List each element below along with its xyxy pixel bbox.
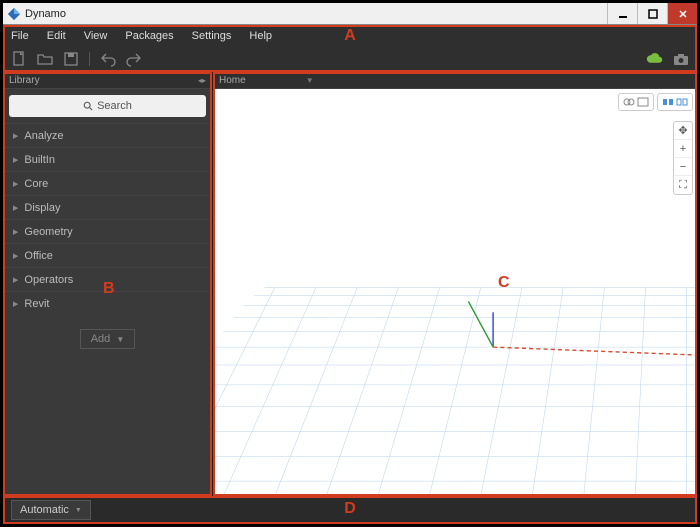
menu-view[interactable]: View — [84, 30, 108, 42]
viewport-toolbar — [618, 93, 693, 111]
fit-button[interactable]: ⛶ — [674, 176, 692, 194]
chevron-right-icon: ▶ — [13, 300, 18, 308]
chevron-down-icon: ▼ — [306, 76, 314, 85]
library-item-core[interactable]: ▶ Core — [3, 171, 212, 195]
callout-C: C — [498, 274, 510, 292]
chevron-right-icon: ▶ — [13, 180, 18, 188]
chevron-right-icon: ▶ — [13, 252, 18, 260]
statusbar: Automatic ▼ D — [3, 496, 697, 524]
3d-viewport[interactable]: ✥ + − ⛶ C — [213, 89, 697, 496]
maximize-button[interactable] — [637, 3, 667, 24]
library-item-geometry[interactable]: ▶ Geometry — [3, 219, 212, 243]
titlebar: Dynamo — [3, 3, 697, 25]
library-item-office[interactable]: ▶ Office — [3, 243, 212, 267]
workspace-tab-title: Home — [219, 75, 246, 86]
library-item-label: BuiltIn — [24, 154, 55, 166]
workspace-panel: Home ▼ — [213, 72, 697, 496]
menu-edit[interactable]: Edit — [47, 30, 66, 42]
run-mode-label: Automatic — [20, 504, 69, 516]
run-mode-selector[interactable]: Automatic ▼ — [11, 500, 91, 520]
library-panel: Library ◂▸ Search ▶ Analyze ▶ BuiltIn ▶ Cor… — [3, 72, 213, 496]
minimize-button[interactable] — [607, 3, 637, 24]
pan-button[interactable]: ✥ — [674, 122, 692, 140]
callout-D: D — [344, 500, 356, 518]
library-item-label: Core — [24, 178, 48, 190]
wire-mode-icon — [637, 96, 649, 108]
chevron-right-icon: ▶ — [13, 228, 18, 236]
close-button[interactable] — [667, 3, 697, 24]
top-region: File Edit View Packages Settings Help A — [3, 25, 697, 72]
search-placeholder: Search — [97, 100, 132, 112]
library-item-label: Display — [24, 202, 60, 214]
window-controls — [607, 3, 697, 24]
new-file-icon[interactable] — [11, 51, 27, 67]
add-button[interactable]: Add ▼ — [80, 329, 136, 349]
callout-A: A — [344, 27, 356, 45]
camera-icon[interactable] — [673, 52, 689, 66]
3d-view-icon — [676, 96, 688, 108]
save-icon[interactable] — [63, 51, 79, 67]
menu-file[interactable]: File — [11, 30, 29, 42]
zoom-out-button[interactable]: − — [674, 158, 692, 176]
dynamo-logo-icon — [7, 7, 21, 21]
library-item-label: Analyze — [24, 130, 63, 142]
menu-help[interactable]: Help — [249, 30, 272, 42]
library-panel-header[interactable]: Library ◂▸ — [3, 72, 212, 89]
chevron-down-icon: ▼ — [116, 335, 124, 344]
zoom-in-button[interactable]: + — [674, 140, 692, 158]
chevron-right-icon: ▶ — [13, 132, 18, 140]
chevron-right-icon: ▶ — [13, 156, 18, 164]
panel-collapse-icon: ◂▸ — [198, 76, 206, 85]
library-item-analyze[interactable]: ▶ Analyze — [3, 123, 212, 147]
library-item-builtin[interactable]: ▶ BuiltIn — [3, 147, 212, 171]
undo-icon[interactable] — [100, 51, 116, 67]
cloud-upload-icon[interactable] — [645, 52, 663, 66]
shaded-mode-icon — [623, 96, 635, 108]
display-mode-group[interactable] — [618, 93, 654, 111]
chevron-right-icon: ▶ — [13, 276, 18, 284]
viewport-nav: ✥ + − ⛶ — [673, 121, 693, 195]
y-axis — [468, 301, 493, 347]
x-axis — [493, 347, 697, 355]
chevron-right-icon: ▶ — [13, 204, 18, 212]
3d-grid — [213, 89, 697, 496]
window-title: Dynamo — [25, 8, 607, 20]
main-row: Library ◂▸ Search ▶ Analyze ▶ BuiltIn ▶ Cor… — [3, 72, 697, 496]
workspace-tab-header[interactable]: Home ▼ — [213, 72, 697, 89]
search-icon — [83, 101, 93, 111]
library-item-label: Office — [24, 250, 53, 262]
library-panel-title: Library — [9, 75, 40, 86]
graph-view-icon — [662, 96, 674, 108]
menubar: File Edit View Packages Settings Help A — [3, 25, 697, 47]
add-button-label: Add — [91, 333, 111, 345]
menu-packages[interactable]: Packages — [125, 30, 173, 42]
redo-icon[interactable] — [126, 51, 142, 67]
toolbar — [3, 47, 697, 72]
callout-B: B — [103, 280, 115, 298]
library-item-display[interactable]: ▶ Display — [3, 195, 212, 219]
menu-settings[interactable]: Settings — [192, 30, 232, 42]
library-item-label: Geometry — [24, 226, 72, 238]
view-switch-group[interactable] — [657, 93, 693, 111]
search-input[interactable]: Search — [9, 95, 206, 117]
open-file-icon[interactable] — [37, 51, 53, 67]
library-item-label: Revit — [24, 298, 49, 310]
dynamo-window: Dynamo File Edit View Packages Settings … — [0, 0, 700, 527]
library-item-label: Operators — [24, 274, 73, 286]
chevron-down-icon: ▼ — [75, 507, 82, 514]
